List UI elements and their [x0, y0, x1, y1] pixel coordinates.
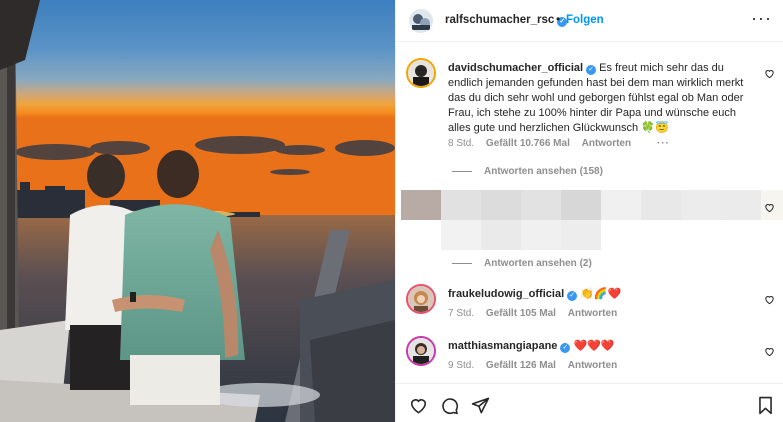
blurred-cell	[441, 190, 481, 220]
view-replies-label[interactable]: Antworten ansehen (158)	[484, 166, 603, 177]
verified-badge-icon: ✓	[586, 65, 597, 75]
follow-button[interactable]: Folgen	[566, 14, 604, 26]
more-options-icon[interactable]: ···	[751, 8, 772, 29]
comment-like-heart-icon[interactable]	[764, 68, 775, 79]
post-header: ralfschumacher_rsc ✓ • Folgen ···	[396, 0, 783, 42]
comment-time: 8 Std.	[448, 138, 475, 149]
red-heart-emoji: ❤️	[587, 340, 601, 352]
reply-button[interactable]: Antworten	[582, 138, 631, 149]
commenter-username[interactable]: matthiasmangiapane	[448, 340, 557, 352]
post-photo	[0, 0, 395, 422]
comment-meta: 9 Std. Gefällt 126 Mal Antworten	[448, 360, 626, 371]
clapping-emoji: 👏	[580, 288, 594, 300]
paper-plane-icon[interactable]	[471, 396, 490, 415]
blurred-cell	[721, 190, 761, 220]
reply-button[interactable]: Antworten	[568, 360, 617, 371]
heart-icon[interactable]	[409, 396, 428, 415]
commenter-avatar[interactable]	[406, 284, 436, 314]
blurred-cell	[641, 190, 681, 220]
comment-time: 7 Std.	[448, 308, 475, 319]
commenter-username[interactable]: fraukeludowig_official	[448, 288, 564, 300]
comments-panel: ralfschumacher_rsc ✓ • Folgen ··· davidsc…	[395, 0, 783, 422]
comment-bubble-icon[interactable]	[440, 396, 459, 415]
sunset-boat-photo	[0, 0, 395, 422]
comment-meta: 7 Std. Gefällt 105 Mal Antworten	[448, 308, 626, 319]
comment-text: fraukeludowig_official ✓ 👏🌈❤️	[448, 287, 758, 302]
comment-like-heart-icon[interactable]	[764, 346, 775, 357]
comment-more-icon[interactable]: ···	[657, 138, 670, 149]
commenter-username[interactable]: davidschumacher_official	[448, 62, 583, 74]
blurred-avatar	[401, 190, 441, 220]
blurred-cell	[521, 220, 561, 250]
bookmark-icon[interactable]	[756, 396, 775, 415]
red-heart-emoji: ❤️	[600, 340, 615, 352]
blurred-cell	[681, 190, 721, 220]
comment-meta: 8 Std. Gefällt 10.766 Mal Antworten ···	[448, 138, 679, 149]
commenter-avatar[interactable]	[406, 336, 436, 366]
reply-button[interactable]: Antworten	[568, 308, 617, 319]
replies-divider-line	[452, 262, 472, 264]
blurred-cell	[481, 190, 521, 220]
comment-likes[interactable]: Gefällt 126 Mal	[486, 360, 556, 371]
blurred-cell	[601, 190, 641, 220]
view-replies-label[interactable]: Antworten ansehen (2)	[484, 258, 592, 269]
view-replies-button[interactable]: Antworten ansehen (2)	[452, 258, 592, 269]
comment-like-heart-icon[interactable]	[764, 202, 775, 213]
author-avatar[interactable]	[409, 9, 433, 33]
blurred-cell	[561, 190, 601, 220]
red-heart-emoji: ❤️	[573, 340, 588, 352]
verified-badge-icon: ✓	[560, 343, 571, 353]
comment-likes[interactable]: Gefällt 10.766 Mal	[486, 138, 570, 149]
clover-emoji: 🍀	[641, 122, 655, 134]
blurred-content-row-2	[441, 220, 601, 250]
view-replies-button[interactable]: Antworten ansehen (158)	[452, 166, 603, 177]
blurred-cell	[481, 220, 521, 250]
rainbow-emoji: 🌈	[593, 288, 608, 300]
author-username[interactable]: ralfschumacher_rsc ✓	[445, 14, 568, 27]
blurred-cell	[521, 190, 561, 220]
blurred-content-row-1	[401, 190, 783, 220]
comment-text: davidschumacher_official ✓ Es freut mich …	[448, 61, 758, 136]
comment-time: 9 Std.	[448, 360, 475, 371]
replies-divider-line	[452, 170, 472, 172]
blurred-cell	[441, 220, 481, 250]
commenter-avatar[interactable]	[406, 58, 436, 88]
blurred-cell	[561, 220, 601, 250]
header-separator: •	[556, 12, 561, 26]
comment-like-heart-icon[interactable]	[764, 294, 775, 305]
post-action-bar	[396, 383, 783, 422]
author-username-text[interactable]: ralfschumacher_rsc	[445, 14, 554, 26]
comment-likes[interactable]: Gefällt 105 Mal	[486, 308, 556, 319]
smiling-halo-emoji: 😇	[654, 122, 669, 134]
comment-text: matthiasmangiapane ✓ ❤️❤️❤️	[448, 339, 758, 354]
red-heart-emoji: ❤️	[607, 288, 622, 300]
verified-badge-icon: ✓	[567, 291, 578, 301]
